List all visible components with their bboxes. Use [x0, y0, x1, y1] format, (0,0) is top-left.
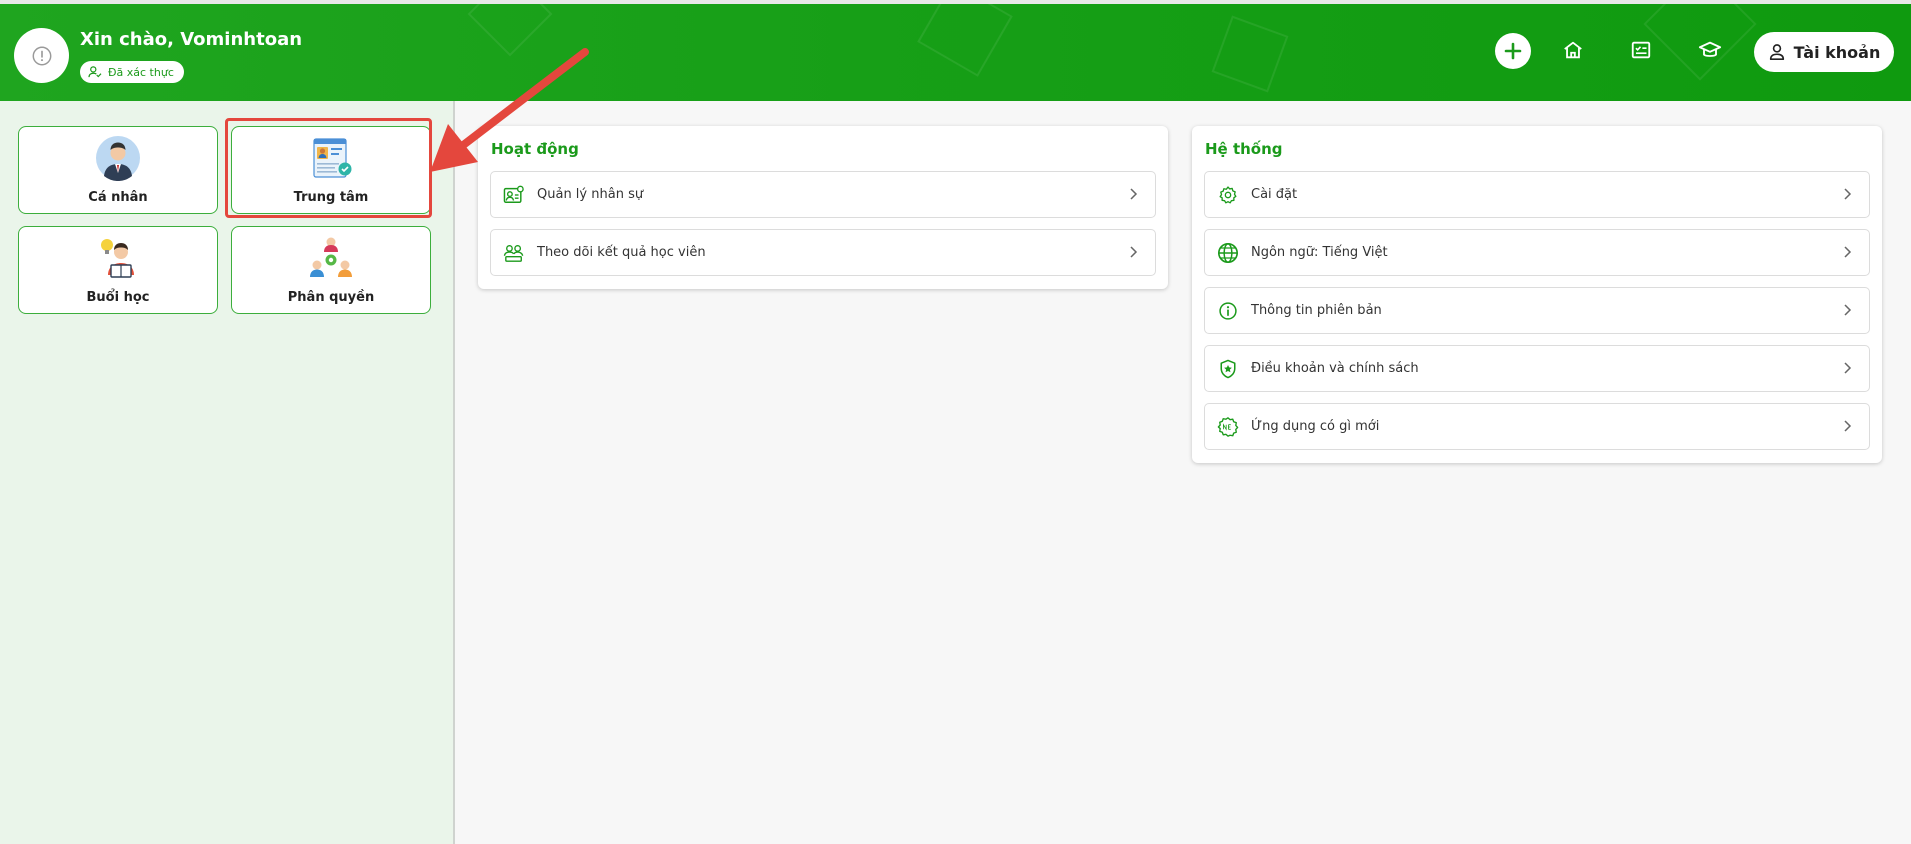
tile-personal[interactable]: Cá nhân — [18, 126, 218, 214]
tile-permissions[interactable]: Phân quyền — [231, 226, 431, 314]
add-button[interactable] — [1495, 33, 1531, 69]
menu-row-settings[interactable]: Cài đặt — [1204, 171, 1870, 218]
menu-row-terms[interactable]: Điều khoản và chính sách — [1204, 345, 1870, 392]
shield-icon — [1217, 358, 1239, 380]
menu-row-label: Cài đặt — [1251, 187, 1298, 202]
header-decoration — [1211, 15, 1289, 93]
activity-card: Hoạt động Quản lý nhân sự Theo dõi kết q… — [478, 126, 1168, 289]
user-check-icon — [88, 66, 102, 78]
verified-label: Đã xác thực — [108, 65, 174, 79]
tile-sessions[interactable]: Buổi học — [18, 226, 218, 314]
chevron-right-icon — [1844, 246, 1852, 258]
activity-title: Hoạt động — [491, 140, 579, 158]
system-card: Hệ thống Cài đặt Ngôn ngữ: Tiếng Việt Th… — [1192, 126, 1882, 463]
menu-row-student-results[interactable]: Theo dõi kết quả học viên — [490, 229, 1156, 276]
system-title: Hệ thống — [1205, 140, 1283, 158]
person-avatar-icon — [96, 136, 140, 181]
alert-circle-icon — [32, 46, 51, 65]
user-avatar[interactable] — [14, 28, 69, 83]
graduation-cap-icon — [1698, 41, 1722, 57]
tasks-button[interactable] — [1623, 32, 1659, 68]
menu-row-staff[interactable]: Quản lý nhân sự — [490, 171, 1156, 218]
checklist-icon — [1631, 41, 1651, 59]
menu-row-label: Ngôn ngữ: Tiếng Việt — [1251, 245, 1388, 260]
gear-icon — [1217, 184, 1239, 206]
info-icon — [1217, 300, 1239, 322]
header-decoration — [467, 4, 553, 57]
header-decoration — [917, 4, 1013, 77]
menu-row-label: Thông tin phiên bản — [1251, 303, 1382, 318]
annotation-highlight-box — [225, 118, 432, 218]
team-roles-icon — [310, 237, 352, 277]
chevron-right-icon — [1844, 420, 1852, 432]
menu-row-label: Điều khoản và chính sách — [1251, 361, 1419, 376]
chevron-right-icon — [1844, 188, 1852, 200]
students-icon — [503, 242, 525, 264]
top-header: Xin chào, Vominhtoan Đã xác thực Tài kho… — [0, 0, 1911, 101]
menu-row-label: Quản lý nhân sự — [537, 187, 644, 202]
chevron-right-icon — [1844, 304, 1852, 316]
plus-icon — [1504, 42, 1522, 60]
globe-icon — [1217, 242, 1239, 264]
idea-reader-icon — [101, 239, 134, 278]
chevron-right-icon — [1130, 246, 1138, 258]
home-icon — [1564, 41, 1582, 59]
account-button[interactable]: Tài khoản — [1754, 32, 1894, 72]
menu-row-version-info[interactable]: Thông tin phiên bản — [1204, 287, 1870, 334]
verified-badge: Đã xác thực — [80, 61, 184, 83]
tile-label: Cá nhân — [88, 190, 148, 205]
menu-row-label: Theo dõi kết quả học viên — [537, 245, 706, 260]
menu-row-label: Ứng dụng có gì mới — [1251, 419, 1380, 434]
courses-button[interactable] — [1692, 32, 1728, 68]
new-badge-icon — [1217, 416, 1239, 438]
menu-row-language[interactable]: Ngôn ngữ: Tiếng Việt — [1204, 229, 1870, 276]
tile-label: Phân quyền — [287, 290, 375, 305]
account-label: Tài khoản — [1793, 42, 1881, 62]
menu-row-whats-new[interactable]: Ứng dụng có gì mới — [1204, 403, 1870, 450]
staff-icon — [503, 184, 525, 206]
user-icon — [1769, 44, 1784, 61]
greeting-text: Xin chào, Vominhtoan — [80, 29, 303, 50]
home-button[interactable] — [1555, 32, 1591, 68]
chevron-right-icon — [1844, 362, 1852, 374]
tile-label: Buổi học — [86, 290, 150, 305]
chevron-right-icon — [1130, 188, 1138, 200]
